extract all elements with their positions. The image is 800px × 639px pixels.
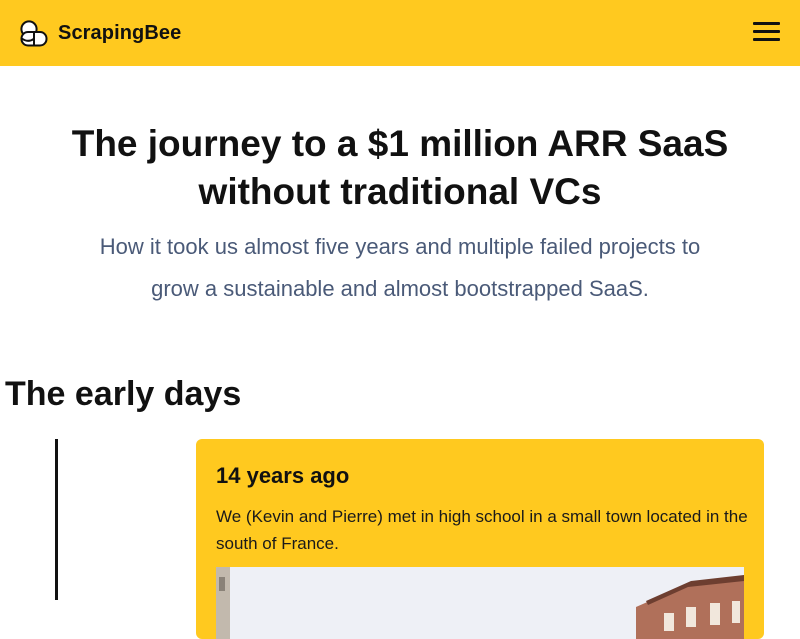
- hamburger-menu-icon: [753, 22, 780, 25]
- hamburger-menu-button[interactable]: [753, 22, 780, 42]
- timeline-card-title: 14 years ago: [216, 463, 350, 488]
- timeline-card-text: We (Kevin and Pierre) met in high school…: [216, 507, 748, 553]
- building-photo: [216, 567, 744, 639]
- page-subtitle: How it took us almost five years and mul…: [99, 234, 701, 301]
- section-heading-early-days: The early days: [5, 375, 242, 413]
- timeline-line: [55, 439, 58, 600]
- page-title: The journey to a $1 million ARR SaaS wit…: [71, 123, 729, 212]
- top-navigation-bar: ScrapingBee: [0, 0, 800, 66]
- brand-name: ScrapingBee: [58, 21, 182, 44]
- timeline-card: 14 years ago We (Kevin and Pierre) met i…: [196, 439, 764, 639]
- bee-logo-icon: [20, 20, 48, 47]
- brand-logo-link[interactable]: ScrapingBee: [20, 18, 181, 48]
